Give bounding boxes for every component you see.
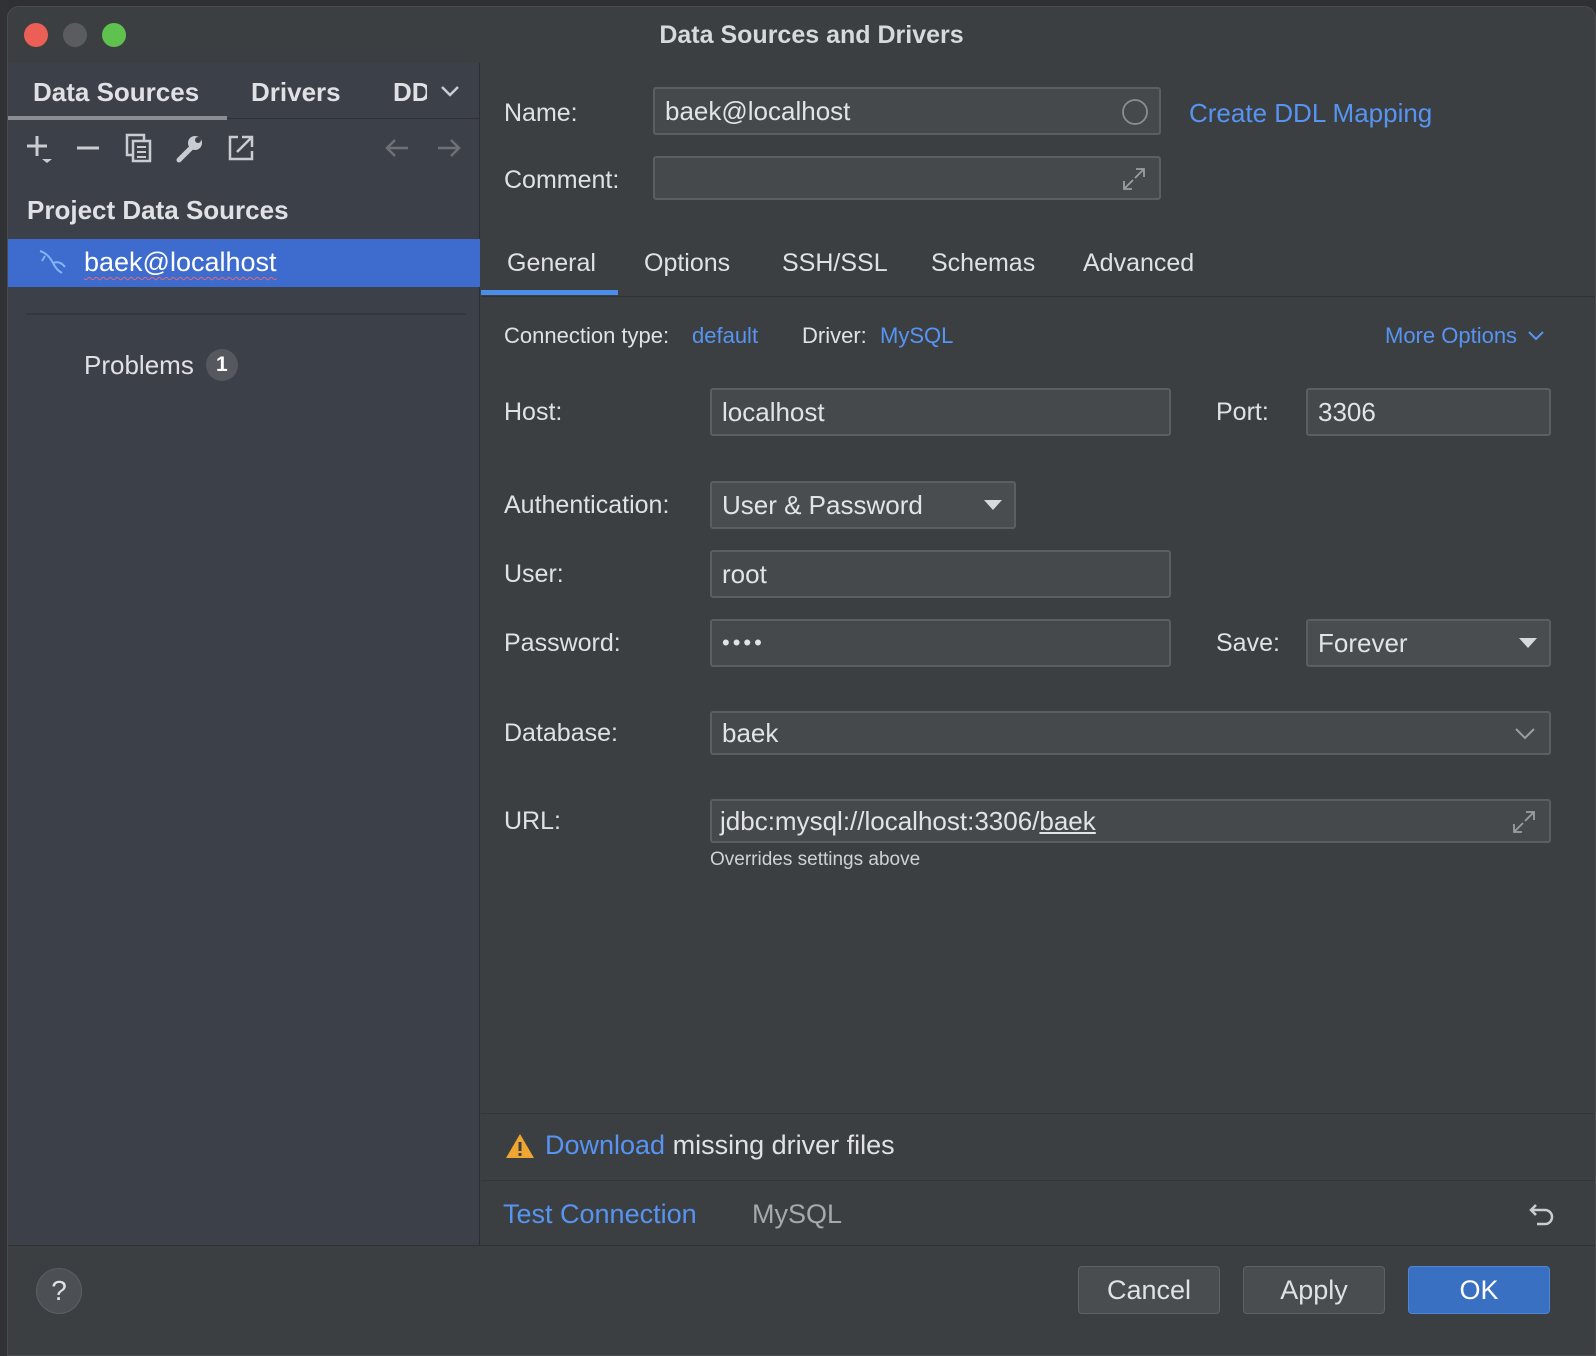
- host-label: Host:: [504, 398, 563, 426]
- mysql-dolphin-icon: [39, 250, 66, 274]
- expand-icon[interactable]: [1121, 166, 1147, 192]
- tab-schemas[interactable]: Schemas: [931, 249, 1035, 278]
- database-label: Database:: [504, 719, 618, 747]
- authentication-value: User & Password: [722, 489, 923, 520]
- apply-button[interactable]: Apply: [1243, 1266, 1385, 1314]
- revert-icon[interactable]: [1527, 1199, 1557, 1229]
- left-toolbar: [8, 127, 480, 171]
- host-value: localhost: [722, 396, 825, 427]
- warning-icon: [506, 1134, 534, 1158]
- comment-label: Comment:: [504, 166, 620, 194]
- more-options-label: More Options: [1385, 323, 1518, 348]
- user-label: User:: [504, 560, 564, 588]
- password-label: Password:: [504, 629, 621, 657]
- save-select[interactable]: Forever: [1306, 619, 1551, 667]
- test-connection-link[interactable]: Test Connection: [503, 1199, 697, 1230]
- database-value: baek: [722, 717, 779, 748]
- left-tabs: Data Sources Drivers DD: [8, 63, 480, 120]
- port-label: Port:: [1216, 398, 1269, 426]
- active-tab-underline: [8, 116, 227, 120]
- missing-driver-warning: Download missing driver files: [481, 1113, 1595, 1181]
- ok-button[interactable]: OK: [1408, 1266, 1550, 1314]
- create-ddl-mapping-link[interactable]: Create DDL Mapping: [1189, 98, 1432, 129]
- driver-name-label: MySQL: [752, 1199, 843, 1229]
- url-prefix: jdbc:mysql://localhost:3306/: [720, 805, 1040, 836]
- active-tab-underline: [481, 290, 618, 295]
- url-label: URL:: [504, 807, 561, 835]
- authentication-label: Authentication:: [504, 491, 670, 519]
- port-value: 3306: [1318, 396, 1376, 427]
- back-arrow-icon[interactable]: [380, 131, 414, 165]
- titlebar: Data Sources and Drivers: [8, 7, 1595, 63]
- connection-type-link[interactable]: default: [692, 323, 758, 349]
- tab-drivers[interactable]: Drivers: [251, 77, 341, 108]
- name-label: Name:: [504, 99, 578, 127]
- data-source-label: baek@localhost: [84, 247, 277, 277]
- divider: [26, 313, 466, 315]
- port-input[interactable]: 3306: [1306, 388, 1551, 436]
- forward-arrow-icon[interactable]: [432, 131, 466, 165]
- color-circle-icon[interactable]: [1121, 98, 1149, 126]
- name-value: baek@localhost: [665, 95, 851, 126]
- url-input[interactable]: jdbc:mysql://localhost:3306/baek: [710, 799, 1551, 843]
- chevron-down-icon: [1528, 331, 1544, 341]
- right-pane: Name: baek@localhost Create DDL Mapping …: [481, 63, 1595, 1245]
- window-title: Data Sources and Drivers: [659, 21, 964, 49]
- wrench-icon[interactable]: [173, 131, 207, 165]
- help-button[interactable]: ?: [36, 1268, 82, 1314]
- tab-ssh-ssl[interactable]: SSH/SSL: [782, 249, 888, 278]
- user-value: root: [722, 558, 767, 589]
- save-label: Save:: [1216, 629, 1280, 657]
- password-input[interactable]: ••••: [710, 619, 1171, 667]
- data-source-item[interactable]: baek@localhost: [8, 239, 480, 287]
- tab-options[interactable]: Options: [644, 249, 730, 278]
- remove-icon[interactable]: [71, 131, 105, 165]
- problems-item[interactable]: Problems 1: [84, 349, 238, 381]
- download-link[interactable]: Download: [545, 1130, 665, 1160]
- database-combobox[interactable]: baek: [710, 711, 1551, 755]
- data-sources-dialog: Data Sources and Drivers Data Sources Dr…: [7, 6, 1596, 1356]
- section-title: Project Data Sources: [27, 195, 289, 225]
- authentication-select[interactable]: User & Password: [710, 481, 1016, 529]
- chevron-down-icon[interactable]: [1513, 723, 1537, 745]
- cancel-button[interactable]: Cancel: [1078, 1266, 1220, 1314]
- export-icon[interactable]: [224, 131, 258, 165]
- dropdown-arrow-icon: [984, 500, 1002, 510]
- more-options-link[interactable]: More Options: [1385, 323, 1545, 349]
- name-input[interactable]: baek@localhost: [653, 87, 1161, 135]
- add-icon[interactable]: [22, 131, 56, 165]
- connection-tabs: General Options SSH/SSL Schemas Advanced: [481, 235, 1595, 297]
- tab-data-sources[interactable]: Data Sources: [33, 77, 199, 108]
- password-value: ••••: [722, 630, 765, 655]
- driver-label: Driver:: [802, 323, 867, 348]
- comment-input[interactable]: [653, 156, 1161, 200]
- dialog-footer: ? Cancel Apply OK: [8, 1245, 1595, 1355]
- connection-type-label: Connection type:: [504, 323, 670, 348]
- tab-ddl[interactable]: DD: [393, 77, 427, 108]
- expand-icon[interactable]: [1511, 809, 1537, 835]
- user-input[interactable]: root: [710, 550, 1171, 598]
- duplicate-icon[interactable]: [122, 131, 156, 165]
- url-database-part: baek: [1039, 805, 1096, 836]
- dropdown-arrow-icon: [1519, 638, 1537, 648]
- host-input[interactable]: localhost: [710, 388, 1171, 436]
- chevron-down-icon[interactable]: [438, 79, 462, 103]
- warning-message: missing driver files: [665, 1130, 895, 1160]
- save-value: Forever: [1318, 627, 1408, 658]
- url-hint: Overrides settings above: [710, 849, 921, 870]
- driver-link[interactable]: MySQL: [880, 323, 953, 349]
- problems-count-badge: 1: [205, 349, 238, 381]
- warning-text: Download missing driver files: [545, 1130, 895, 1161]
- problems-label: Problems: [84, 349, 194, 380]
- tab-advanced[interactable]: Advanced: [1083, 249, 1194, 278]
- tab-general[interactable]: General: [507, 249, 596, 278]
- left-pane: Data Sources Drivers DD Project Data Sou…: [8, 63, 480, 1245]
